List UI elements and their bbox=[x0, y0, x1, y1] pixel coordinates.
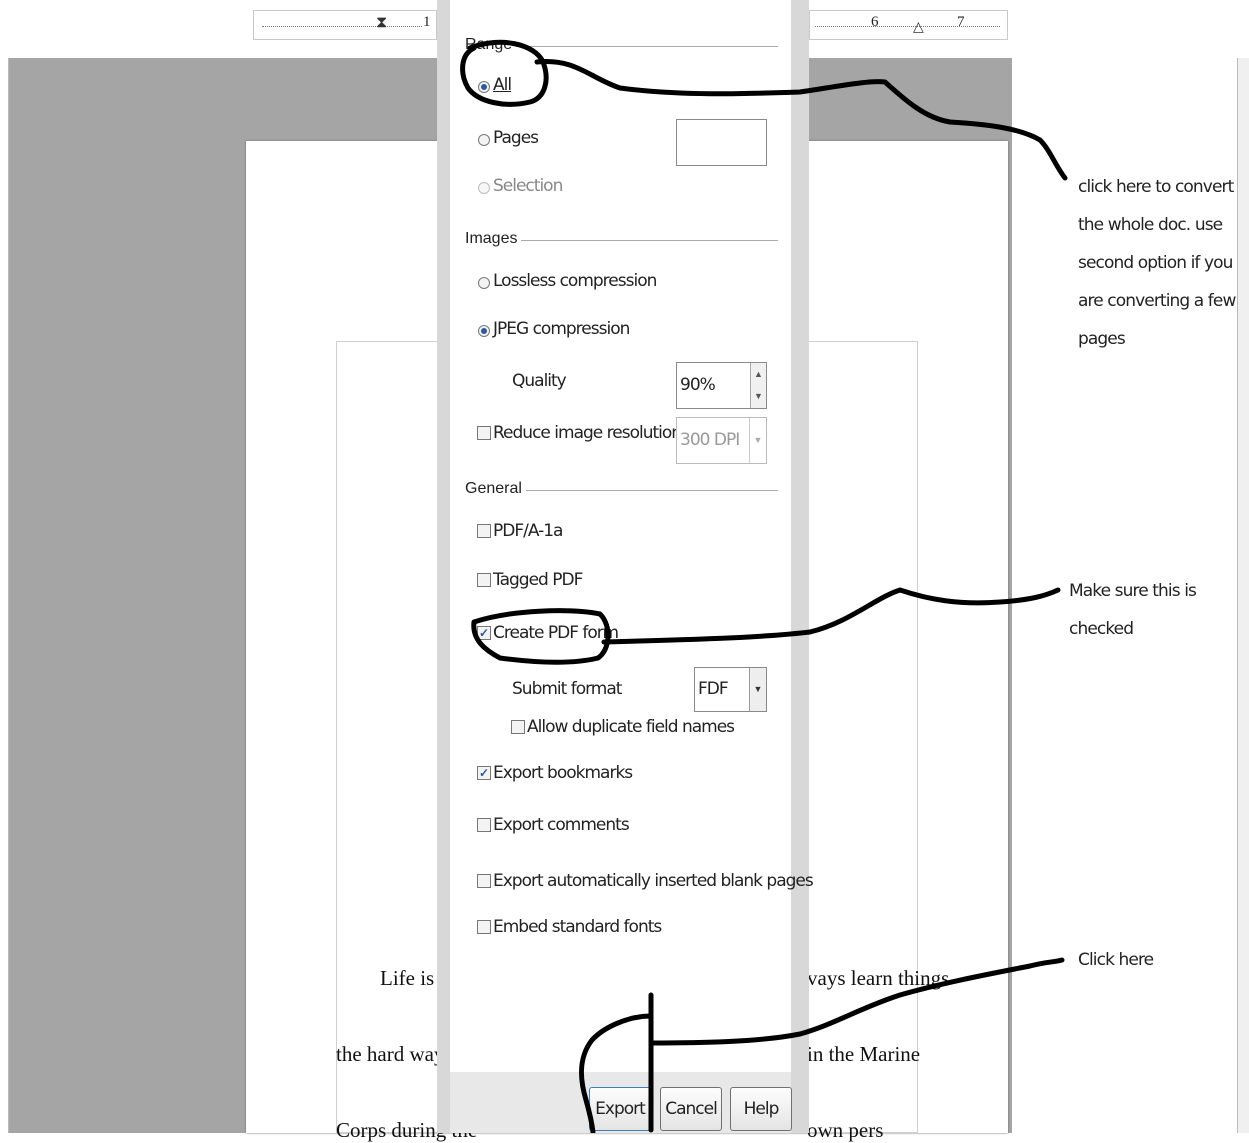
export-arrow-line bbox=[648, 957, 1065, 1046]
range-all-circle bbox=[460, 39, 549, 107]
form-arrow-line bbox=[601, 587, 1061, 645]
range-arrow-line bbox=[534, 58, 1068, 181]
ink-annotations bbox=[460, 39, 1068, 1133]
export-bracket bbox=[578, 992, 654, 1133]
create-form-circle bbox=[471, 608, 611, 665]
